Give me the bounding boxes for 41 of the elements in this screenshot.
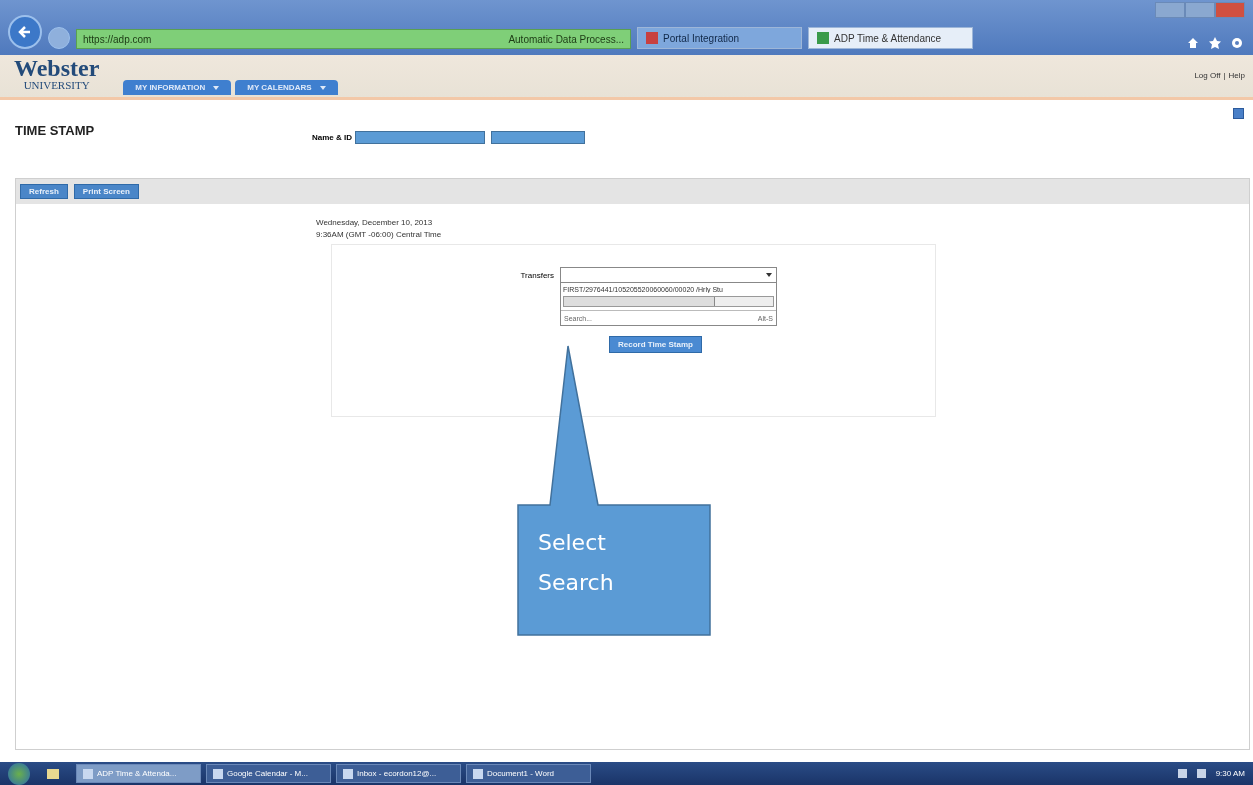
home-icon[interactable] [1187,37,1199,49]
clock-text[interactable]: 9:30 AM [1215,769,1245,778]
folder-icon[interactable] [47,768,59,779]
nav-tab[interactable]: MY CALENDARS [235,80,338,95]
browser-tab[interactable]: Portal Integration [637,27,802,49]
record-time-stamp-button[interactable]: Record Time Stamp [609,336,702,353]
callout-text: Search [538,569,614,597]
back-button[interactable] [8,15,42,49]
address-bar[interactable]: https://adp.com Automatic Data Process... [76,29,631,49]
back-arrow-icon [18,25,32,39]
refresh-button[interactable]: Refresh [20,184,68,199]
page-icon [646,32,658,44]
star-icon[interactable] [1209,37,1221,49]
time-text: 9:36AM (GMT -06:00) Central Time [316,229,443,241]
callout-text: Select [538,529,607,557]
forward-button[interactable] [48,27,70,49]
field-label: Transfers [519,271,554,280]
browser-tab[interactable]: ADP Time & Attendance [808,27,973,49]
taskbar-item[interactable]: Inbox - ecordon12@... [336,764,461,783]
print-screen-button[interactable]: Print Screen [73,184,139,199]
taskbar-item[interactable]: Google Calendar - M... [206,764,331,783]
help-link[interactable]: Help [1228,70,1245,80]
nav-tab[interactable]: MY INFORMATION [123,80,232,95]
taskbar-item[interactable]: Document1 - Word [466,764,591,783]
page-icon [817,32,829,44]
caret-icon [766,273,772,277]
horizontal-scrollbar[interactable] [563,296,774,307]
url-text: https://adp.com [83,33,153,45]
page-title: TIME STAMP [15,123,96,138]
logo-text: Webster [14,57,100,79]
settings-icon[interactable] [1231,37,1243,49]
log-off-link[interactable]: Log Off [1194,70,1221,80]
caret-icon [213,85,220,90]
separator: | [1223,70,1226,80]
transfers-dropdown[interactable] [560,267,777,283]
field-label: Name & ID [312,133,352,142]
start-button[interactable] [8,762,30,785]
site-identity: Automatic Data Process... [508,33,624,45]
logo-subtext: UNIVERSITY [23,79,90,91]
date-text: Wednesday, December 10, 2013 [316,217,434,229]
caret-icon [319,85,326,90]
